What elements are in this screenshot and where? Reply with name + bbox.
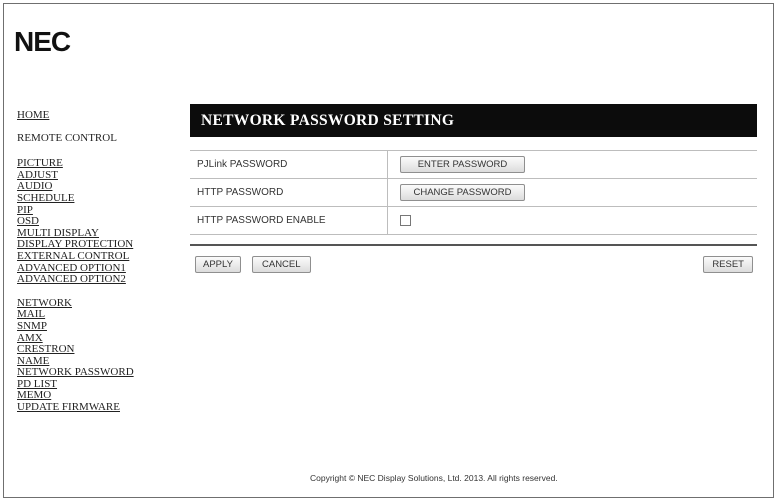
sidebar-item-osd[interactable]: OSD bbox=[17, 216, 187, 228]
sidebar-item-pip[interactable]: PIP bbox=[17, 204, 187, 217]
action-bar: APPLY CANCEL RESET bbox=[190, 256, 757, 296]
sidebar-item-home[interactable]: HOME bbox=[17, 109, 187, 122]
sidebar-nav: HOME REMOTE CONTROL PICTURE ADJUST AUDIO… bbox=[17, 109, 187, 414]
apply-button[interactable]: APPLY bbox=[195, 256, 241, 273]
sidebar-item-schedule[interactable]: SCHEDULE bbox=[17, 192, 187, 205]
http-password-enable-cell bbox=[387, 206, 757, 235]
sidebar-item-crestron[interactable]: CRESTRON bbox=[17, 343, 187, 356]
table-row: PJLink PASSWORD ENTER PASSWORD bbox=[190, 150, 757, 179]
http-password-label: HTTP PASSWORD bbox=[190, 178, 388, 207]
enter-password-button[interactable]: ENTER PASSWORD bbox=[400, 156, 525, 173]
table-row: HTTP PASSWORD CHANGE PASSWORD bbox=[190, 178, 757, 207]
sidebar-item-advanced-option2[interactable]: ADVANCED OPTION2 bbox=[17, 274, 187, 286]
divider bbox=[190, 244, 757, 246]
change-password-button[interactable]: CHANGE PASSWORD bbox=[400, 184, 525, 201]
settings-table: PJLink PASSWORD ENTER PASSWORD HTTP PASS… bbox=[190, 150, 757, 235]
nec-logo: NEC bbox=[14, 26, 71, 57]
main-panel: NETWORK PASSWORD SETTING PJLink PASSWORD… bbox=[190, 104, 757, 296]
http-password-enable-label: HTTP PASSWORD ENABLE bbox=[190, 206, 388, 235]
http-password-cell: CHANGE PASSWORD bbox=[387, 178, 757, 207]
sidebar-item-snmp[interactable]: SNMP bbox=[17, 320, 187, 333]
pjlink-password-label: PJLink PASSWORD bbox=[190, 150, 388, 179]
copyright-text: Copyright © NEC Display Solutions, Ltd. … bbox=[310, 473, 558, 483]
table-row: HTTP PASSWORD ENABLE bbox=[190, 206, 757, 235]
sidebar-item-update-firmware[interactable]: UPDATE FIRMWARE bbox=[17, 401, 187, 414]
reset-button[interactable]: RESET bbox=[703, 256, 753, 273]
http-password-enable-checkbox[interactable] bbox=[400, 214, 411, 226]
pjlink-password-cell: ENTER PASSWORD bbox=[387, 150, 757, 179]
sidebar-item-external-control[interactable]: EXTERNAL CONTROL bbox=[17, 250, 187, 263]
sidebar-item-remote-control[interactable]: REMOTE CONTROL bbox=[17, 132, 187, 145]
cancel-button[interactable]: CANCEL bbox=[252, 256, 311, 273]
page-title: NETWORK PASSWORD SETTING bbox=[190, 104, 757, 137]
